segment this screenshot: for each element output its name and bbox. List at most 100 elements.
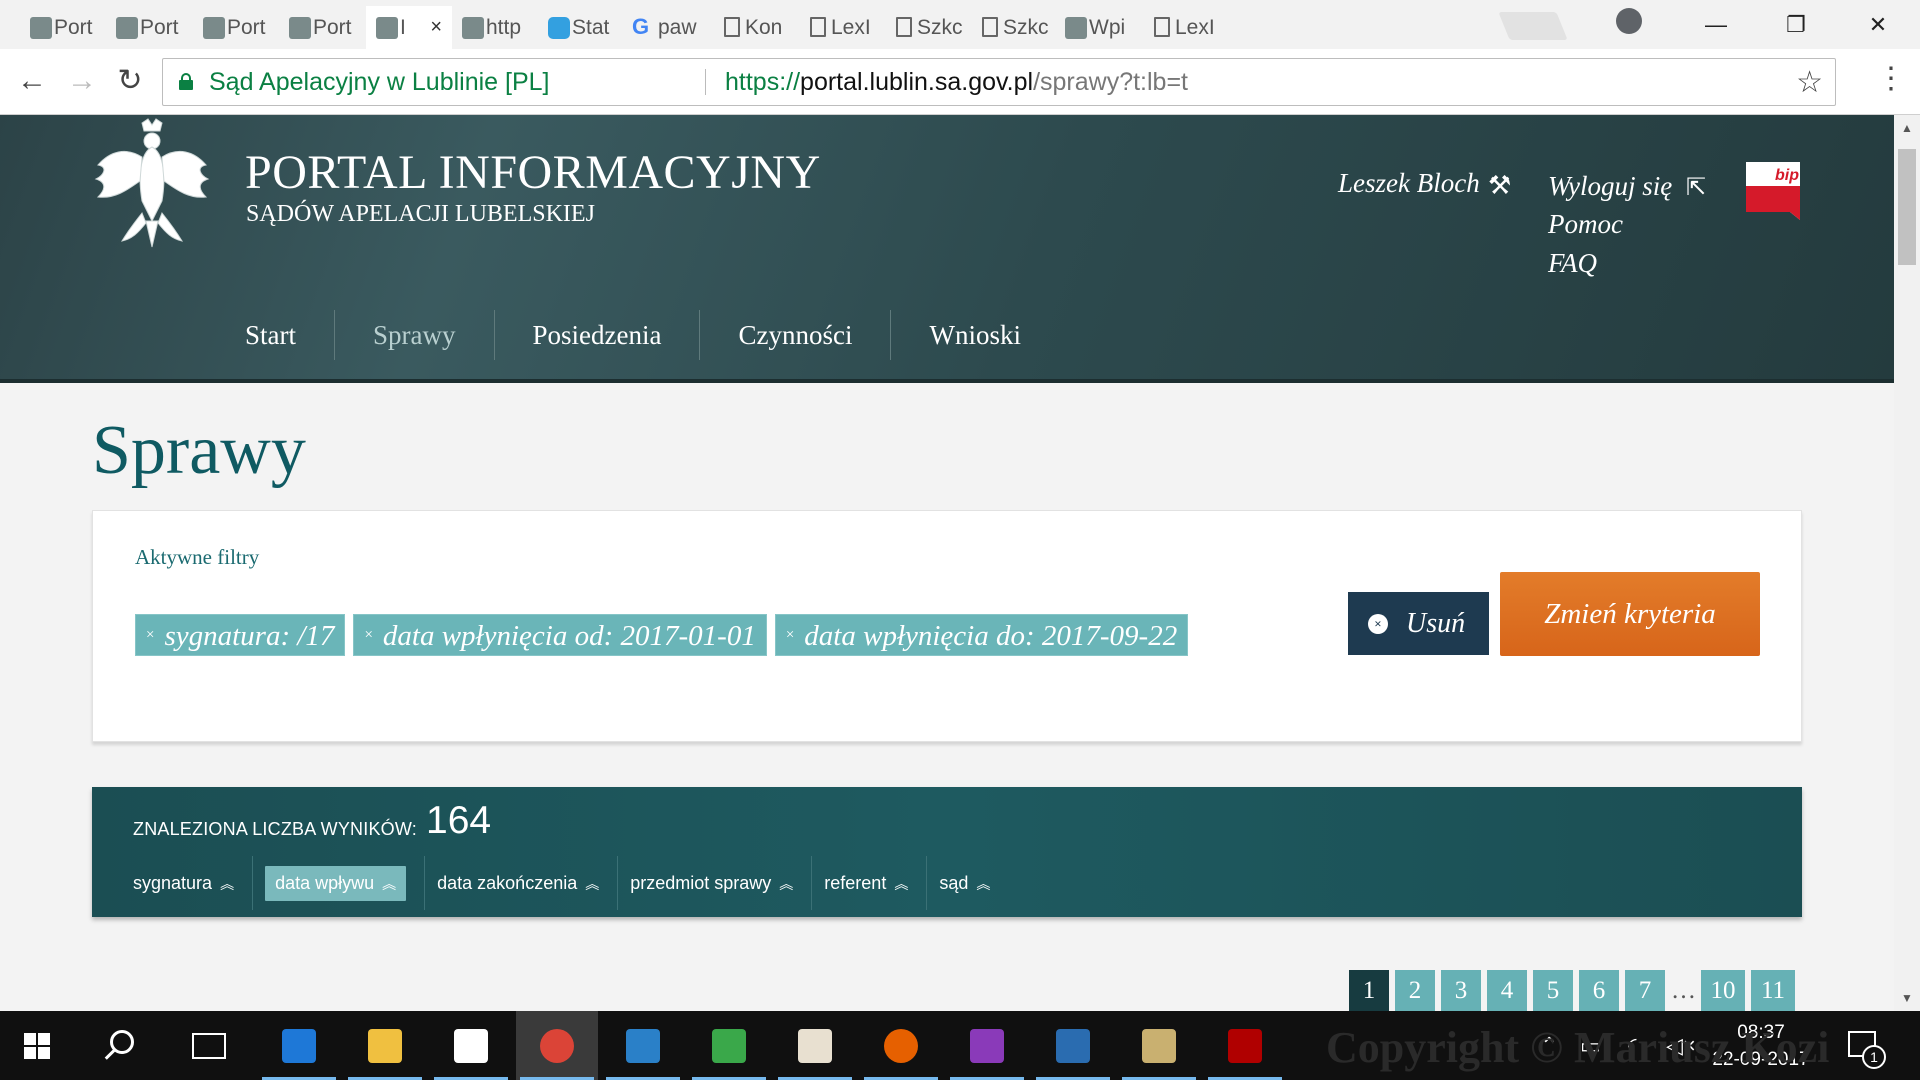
page-11-button[interactable]: 11 <box>1751 970 1795 1011</box>
sort-column-pill: data wpływu ︽ <box>265 866 407 901</box>
browser-tab-label: Port <box>140 16 179 39</box>
faq-link[interactable]: FAQ <box>1548 248 1597 279</box>
chip-remove-icon[interactable]: × <box>146 627 154 643</box>
url-text[interactable]: https://portal.lublin.sa.gov.pl/sprawy?t… <box>725 59 1188 105</box>
filter-chip[interactable]: × data wpłynięcia od: 2017-01-01 <box>353 614 767 656</box>
close-window-button[interactable]: ✕ <box>1846 0 1910 49</box>
sort-column[interactable]: data zakończenia ︽ <box>425 856 619 910</box>
browser-tab[interactable]: Port <box>106 6 192 49</box>
page-3-button[interactable]: 3 <box>1441 970 1481 1011</box>
back-button[interactable]: ← <box>12 61 52 101</box>
address-bar[interactable]: Sąd Apelacyjny w Lublinie [PL] https://p… <box>162 58 1836 106</box>
forward-button[interactable]: → <box>62 61 102 101</box>
acrobat-icon <box>1228 1029 1262 1063</box>
user-settings-icon[interactable]: ⚒ <box>1488 170 1511 201</box>
browser-tab[interactable]: Stat <box>538 6 624 49</box>
browser-tab[interactable]: Wpi <box>1055 6 1141 49</box>
results-header: ZNALEZIONA LICZBA WYNIKÓW: 164 sygnatura… <box>92 787 1802 917</box>
scroll-up-arrow[interactable]: ▲ <box>1894 117 1920 139</box>
calc-taskbar-icon[interactable] <box>688 1011 770 1080</box>
remove-filters-label: Usuń <box>1406 608 1466 639</box>
sort-chevron-icon: ︽ <box>382 876 397 892</box>
chip-remove-icon[interactable]: × <box>786 627 794 643</box>
help-link[interactable]: Pomoc <box>1548 209 1623 240</box>
page-2-button[interactable]: 2 <box>1395 970 1435 1011</box>
store-icon <box>454 1029 488 1063</box>
writer-taskbar-icon[interactable] <box>602 1011 684 1080</box>
task-view-icon[interactable] <box>192 1033 226 1059</box>
page-title: Sprawy <box>92 412 306 489</box>
sort-columns: sygnatura ︽ data wpływu ︽ data zakończenia ︽ p… <box>121 856 1008 910</box>
java-taskbar-icon[interactable] <box>774 1011 856 1080</box>
browser-tab[interactable]: LexI <box>797 6 883 49</box>
sort-column[interactable]: data wpływu ︽ <box>253 856 426 910</box>
reload-button[interactable]: ↻ <box>110 61 150 101</box>
page-scrollbar[interactable]: ▲ ▼ <box>1894 115 1920 1011</box>
results-count-value: 164 <box>426 799 492 842</box>
change-criteria-button[interactable]: Zmień kryteria <box>1500 572 1760 656</box>
browser-tab[interactable]: Szkc <box>969 6 1055 49</box>
remove-filters-button[interactable]: × Usuń <box>1348 592 1489 655</box>
sort-column-label: sygnatura <box>133 873 213 893</box>
browser-tab[interactable]: http <box>452 6 538 49</box>
browser-tab[interactable]: Port <box>20 6 106 49</box>
search-icon[interactable] <box>110 1030 134 1054</box>
filter-chip[interactable]: × sygnatura: /17 <box>135 614 346 656</box>
chip-remove-icon[interactable]: × <box>364 627 372 643</box>
scroll-thumb[interactable] <box>1898 149 1916 265</box>
acrobat-taskbar-icon[interactable] <box>1204 1011 1286 1080</box>
nav-item-wnioski[interactable]: Wnioski <box>891 310 1059 360</box>
chrome-taskbar-icon[interactable] <box>516 1011 598 1080</box>
firefox-taskbar-icon[interactable] <box>860 1011 942 1080</box>
scroll-down-arrow[interactable]: ▼ <box>1894 987 1920 1009</box>
browser-tab-label: LexI <box>1175 16 1215 39</box>
browser-tab[interactable]: Szkc <box>883 6 969 49</box>
browser-tab-label: http <box>486 16 522 39</box>
nav-item-start[interactable]: Start <box>222 310 335 360</box>
sort-column-pill: data zakończenia ︽ <box>437 873 599 893</box>
app-mail-taskbar-icon[interactable] <box>1118 1011 1200 1080</box>
site-identity[interactable]: Sąd Apelacyjny w Lublinie [PL] <box>209 59 550 105</box>
logout-icon[interactable]: ⇱ <box>1686 173 1706 202</box>
portal-title[interactable]: PORTAL INFORMACYJNY <box>245 145 821 200</box>
page-1-button[interactable]: 1 <box>1349 970 1389 1011</box>
bip-logo[interactable]: bip <box>1746 162 1800 220</box>
bookmark-star-icon[interactable]: ☆ <box>1796 65 1823 100</box>
page-4-button[interactable]: 4 <box>1487 970 1527 1011</box>
user-name-link[interactable]: Leszek Bloch <box>1338 168 1480 199</box>
page-7-button[interactable]: 7 <box>1625 970 1665 1011</box>
browser-tab-label: Port <box>227 16 266 39</box>
page-6-button[interactable]: 6 <box>1579 970 1619 1011</box>
browser-tab[interactable]: I × <box>366 6 452 49</box>
browser-menu-icon[interactable]: ⋮ <box>1876 61 1906 96</box>
close-tab-icon[interactable]: × <box>430 6 442 49</box>
nav-item-sprawy[interactable]: Sprawy <box>335 310 495 360</box>
browser-tab[interactable]: LexI <box>1141 6 1227 49</box>
sort-column[interactable]: referent ︽ <box>812 856 928 910</box>
app-purple-taskbar-icon[interactable] <box>946 1011 1028 1080</box>
browser-tab[interactable]: Kon <box>711 6 797 49</box>
profile-icon[interactable] <box>1616 8 1642 34</box>
nav-item-czynności[interactable]: Czynności <box>700 310 892 360</box>
sort-column[interactable]: przedmiot sprawy ︽ <box>618 856 813 910</box>
restore-button[interactable]: ❐ <box>1764 0 1828 49</box>
logout-link[interactable]: Wyloguj się <box>1548 171 1672 202</box>
file-explorer-taskbar-icon[interactable] <box>344 1011 426 1080</box>
filter-chip-label: data wpłynięcia od: 2017-01-01 <box>382 620 756 652</box>
sort-column-pill: sąd ︽ <box>939 873 990 893</box>
page-5-button[interactable]: 5 <box>1533 970 1573 1011</box>
new-tab-button[interactable] <box>1498 12 1568 40</box>
app-eagle-taskbar-icon[interactable] <box>1032 1011 1114 1080</box>
store-taskbar-icon[interactable] <box>430 1011 512 1080</box>
windows-start-icon[interactable] <box>24 1033 50 1059</box>
sort-column[interactable]: sygnatura ︽ <box>121 856 254 910</box>
edge-taskbar-icon[interactable] <box>258 1011 340 1080</box>
page-10-button[interactable]: 10 <box>1701 970 1745 1011</box>
filter-chip[interactable]: × data wpłynięcia do: 2017-09-22 <box>774 614 1189 656</box>
minimize-button[interactable]: — <box>1684 0 1748 49</box>
nav-item-posiedzenia[interactable]: Posiedzenia <box>495 310 701 360</box>
browser-tab[interactable]: Port <box>193 6 279 49</box>
browser-tab[interactable]: Gpaw <box>624 6 710 49</box>
browser-tab[interactable]: Port <box>279 6 365 49</box>
sort-column[interactable]: sąd ︽ <box>927 856 1008 910</box>
